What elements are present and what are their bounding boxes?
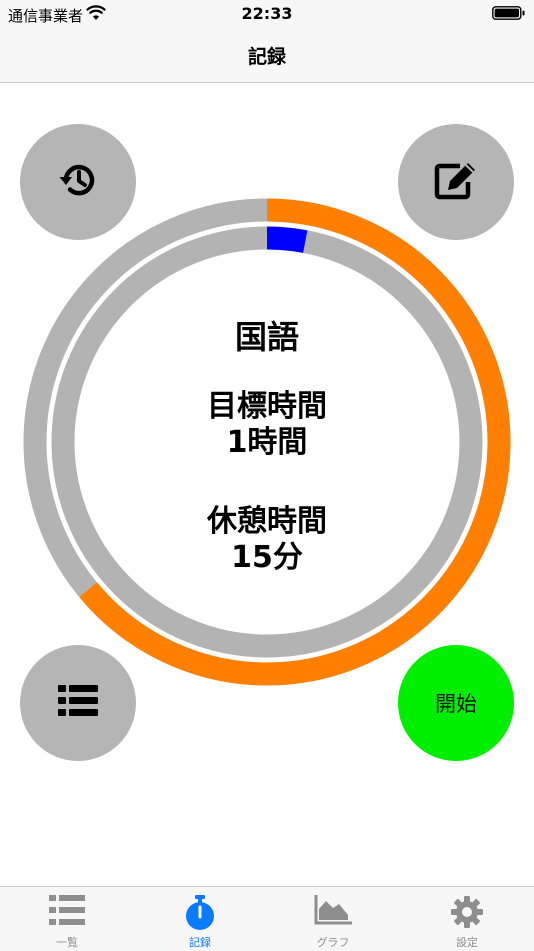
status-bar: 通信事業者 22:33 <box>0 0 534 28</box>
stopwatch-icon <box>133 895 267 931</box>
tab-list-label: 一覧 <box>56 936 78 949</box>
gear-icon <box>400 895 534 929</box>
rest-time-label: 休憩時間 <box>207 504 327 539</box>
start-button-label: 開始 <box>435 692 477 716</box>
history-icon <box>58 160 98 204</box>
subject-label: 国語 <box>234 318 299 356</box>
tab-graph-label: グラフ <box>316 936 350 949</box>
top-bar: 通信事業者 22:33 記録 <box>0 0 534 83</box>
list-icon <box>0 895 134 925</box>
area-chart-icon <box>266 895 400 925</box>
list-button[interactable] <box>20 645 136 761</box>
history-button[interactable] <box>20 124 136 240</box>
status-time: 22:33 <box>241 4 293 23</box>
tab-graph[interactable]: グラフ <box>266 887 400 951</box>
edit-icon <box>434 160 478 204</box>
tab-bar: 一覧 記録 グラフ 設定 <box>0 886 534 951</box>
edit-button[interactable] <box>398 124 514 240</box>
goal-time-label: 目標時間 <box>207 389 327 424</box>
tab-record[interactable]: 記録 <box>133 887 267 951</box>
rest-time-value: 15分 <box>231 540 303 575</box>
list-icon <box>58 685 98 721</box>
tab-list[interactable]: 一覧 <box>0 887 134 951</box>
battery-icon <box>492 5 526 25</box>
tab-settings-label: 設定 <box>456 936 478 949</box>
tab-record-label: 記録 <box>189 936 211 949</box>
goal-time-value: 1時間 <box>226 425 308 460</box>
tab-settings[interactable]: 設定 <box>400 887 534 951</box>
start-button[interactable]: 開始 <box>398 645 514 761</box>
page-title: 記録 <box>247 46 286 68</box>
